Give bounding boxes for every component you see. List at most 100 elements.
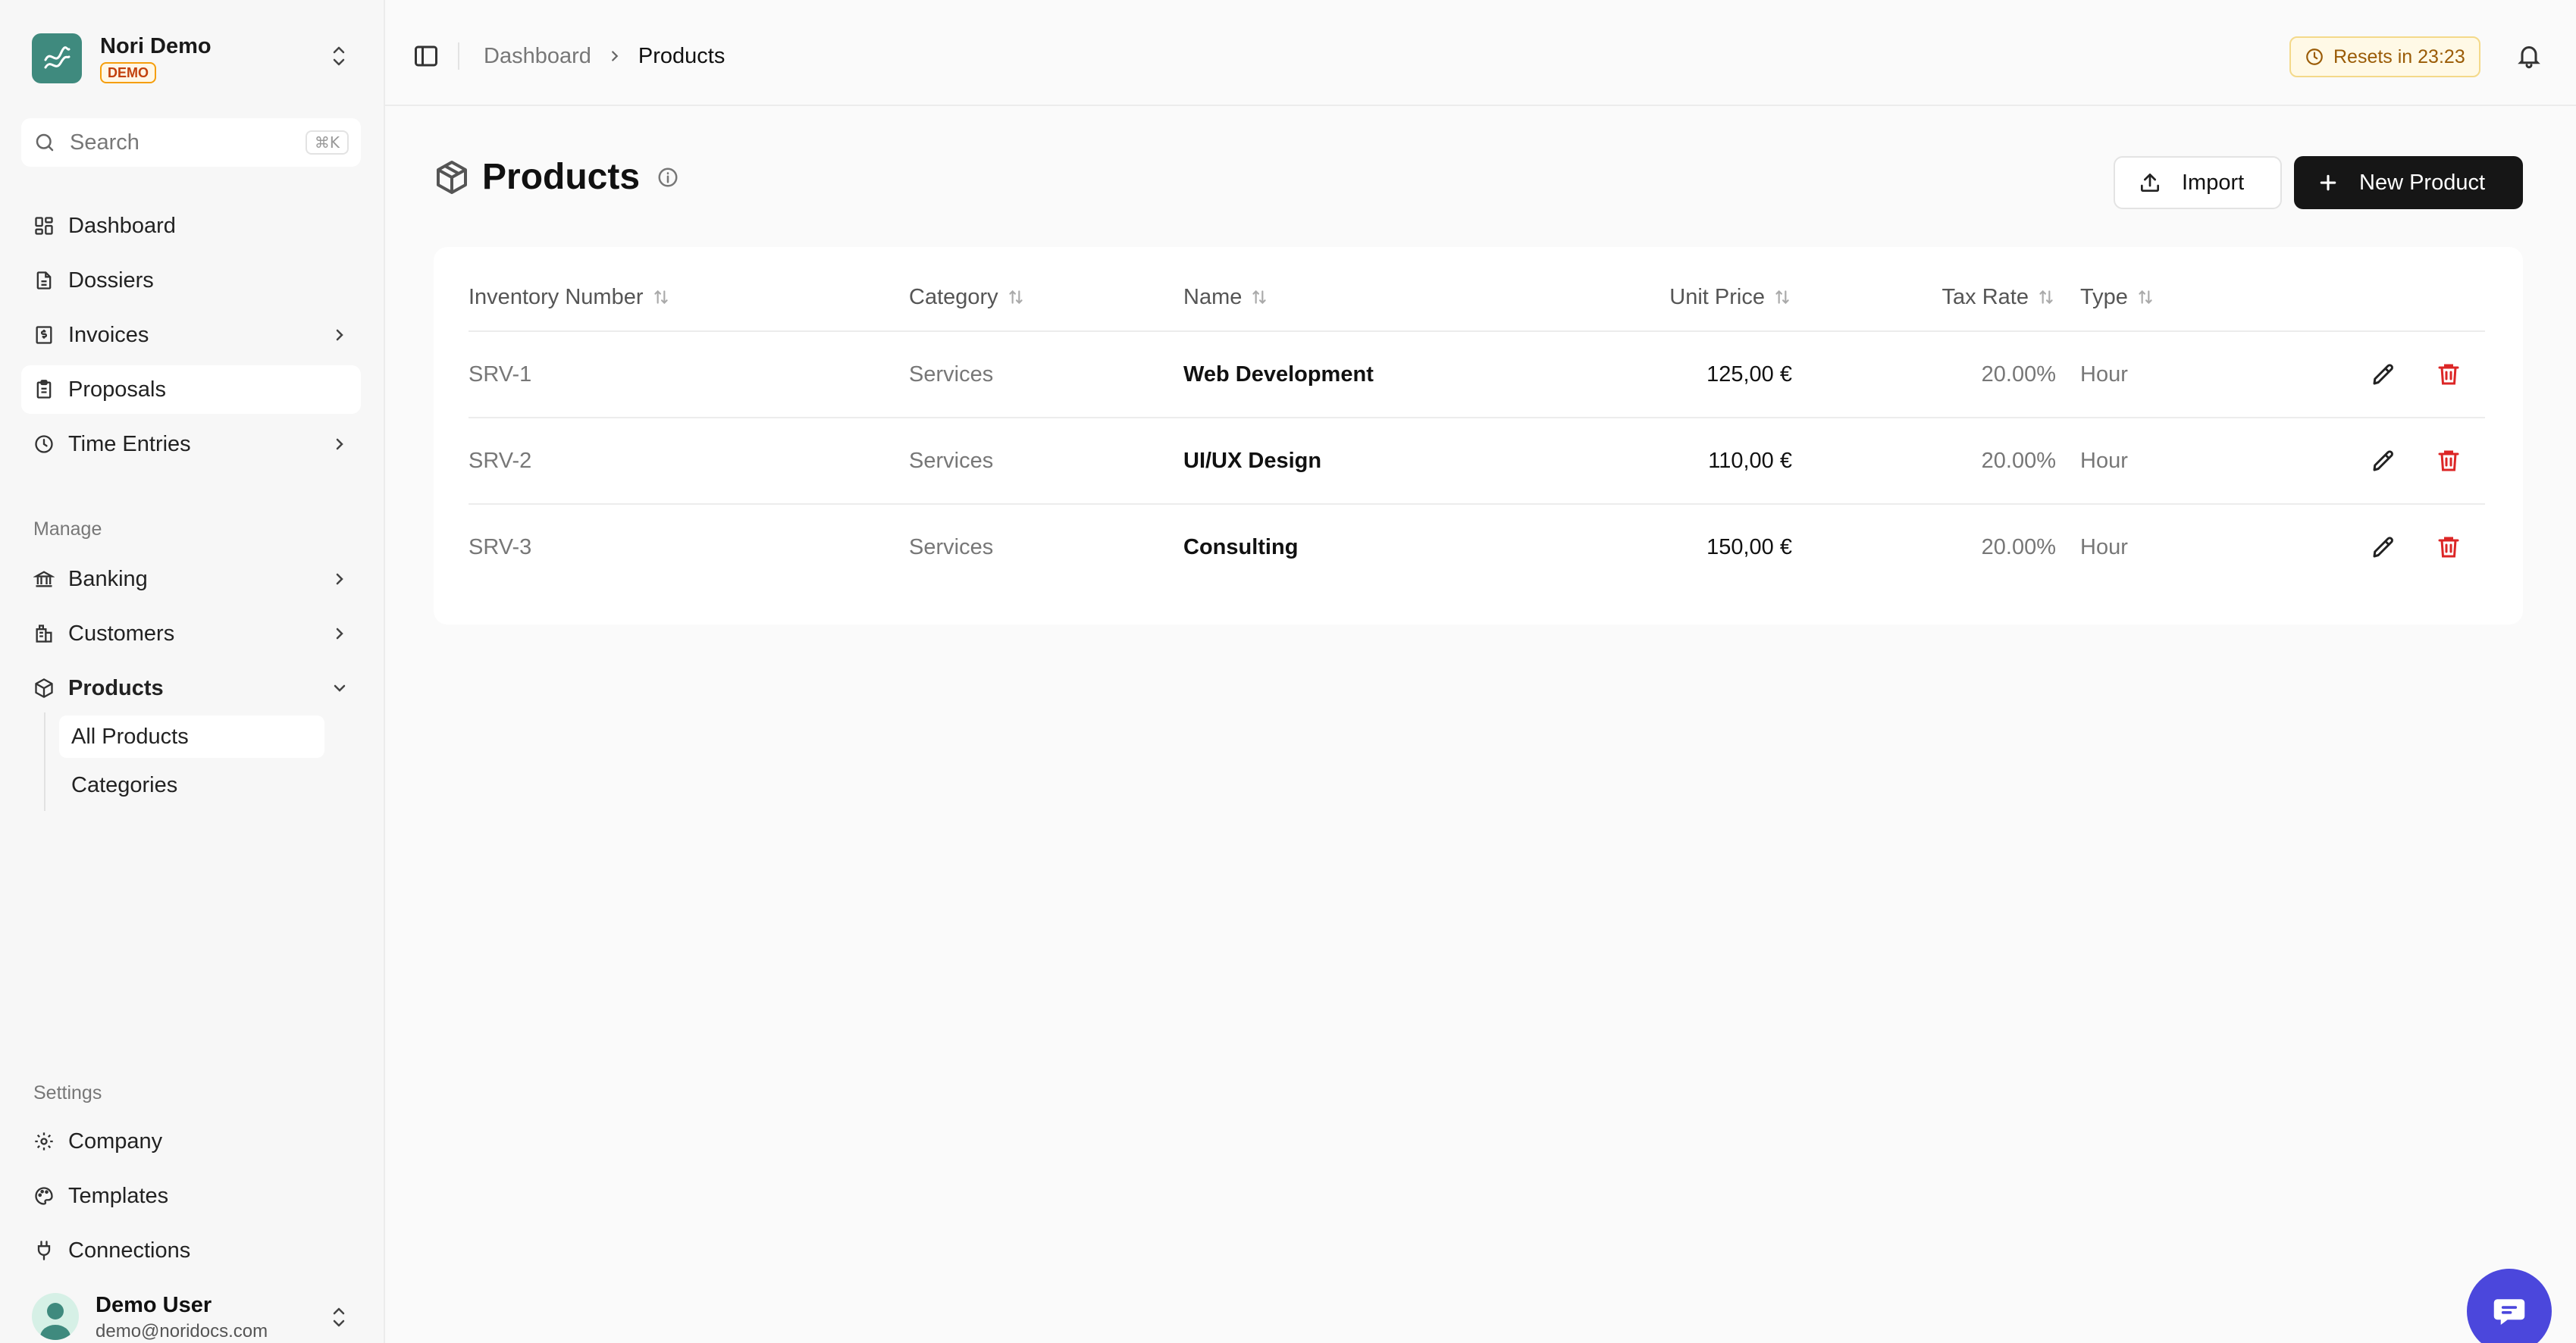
sidebar-item-templates[interactable]: Templates: [21, 1172, 361, 1220]
sidebar-item-dashboard[interactable]: Dashboard: [21, 202, 361, 250]
plus-icon: [2317, 171, 2339, 194]
sidebar-item-customers[interactable]: Customers: [21, 609, 361, 658]
sort-icon: [1772, 287, 1792, 307]
table-divider: [469, 330, 2485, 332]
submenu-guide-line: [44, 712, 45, 811]
column-header-unit-price[interactable]: Unit Price: [1518, 282, 1792, 312]
cell-name: Web Development: [1183, 362, 1374, 387]
column-header-name[interactable]: Name: [1183, 282, 1269, 312]
page-header: Products: [434, 156, 679, 198]
building-icon: [33, 623, 55, 644]
upload-icon: [2138, 171, 2162, 195]
edit-pencil-icon[interactable]: [2370, 447, 2397, 474]
column-header-label: Inventory Number: [469, 284, 644, 309]
sidebar-item-label: Time Entries: [68, 431, 191, 456]
sidebar-item-products[interactable]: Products: [21, 664, 361, 712]
plug-icon: [33, 1240, 55, 1261]
chevron-right-icon: [331, 625, 349, 643]
file-icon: [33, 270, 55, 291]
chat-bubble-icon: [2489, 1291, 2530, 1332]
column-header-label: Tax Rate: [1941, 284, 2029, 309]
info-icon[interactable]: [657, 166, 679, 189]
cell-inventory: SRV-2: [469, 448, 532, 473]
main-content: Dashboard Products Resets in 23:23 Produ…: [385, 0, 2576, 1343]
search-box[interactable]: Search ⌘K: [21, 118, 361, 167]
sort-icon: [2136, 287, 2155, 307]
breadcrumb-dashboard[interactable]: Dashboard: [484, 44, 591, 69]
sidebar-subitem-categories[interactable]: Categories: [59, 764, 324, 806]
column-header-tax-rate[interactable]: Tax Rate: [1798, 282, 2056, 312]
bank-icon: [33, 568, 55, 590]
palette-icon: [33, 1185, 55, 1207]
sidebar-item-label: Proposals: [68, 377, 166, 402]
column-header-type[interactable]: Type: [2080, 282, 2155, 312]
edit-pencil-icon[interactable]: [2370, 534, 2397, 561]
column-header-label: Name: [1183, 284, 1243, 309]
breadcrumb-current: Products: [638, 43, 725, 68]
cell-unit-price: 150,00 €: [1706, 534, 1792, 559]
sidebar-item-connections[interactable]: Connections: [21, 1226, 361, 1275]
import-button-label: Import: [2182, 170, 2245, 195]
package-icon: [33, 678, 55, 699]
sidebar-item-banking[interactable]: Banking: [21, 555, 361, 603]
column-header-label: Category: [909, 284, 998, 309]
avatar: [32, 1293, 79, 1340]
top-bar: Dashboard Products Resets in 23:23: [385, 0, 2576, 106]
sidebar-item-label: Products: [68, 675, 164, 700]
sidebar-item-proposals[interactable]: Proposals: [21, 365, 361, 414]
sidebar-item-label: Dashboard: [68, 213, 176, 238]
trash-icon[interactable]: [2435, 361, 2462, 388]
cell-inventory: SRV-1: [469, 362, 532, 387]
sidebar-item-label: Templates: [68, 1183, 169, 1208]
invoice-icon: [33, 324, 55, 346]
cell-name: Consulting: [1183, 534, 1299, 559]
import-button[interactable]: Import: [2114, 156, 2282, 209]
cell-category: Services: [909, 448, 994, 473]
dashboard-icon: [33, 215, 55, 236]
clock-icon: [33, 434, 55, 455]
user-menu[interactable]: Demo User demo@noridocs.com: [32, 1293, 359, 1343]
cell-unit-price: 125,00 €: [1706, 362, 1792, 387]
section-title-manage: Manage: [33, 518, 102, 540]
demo-badge: DEMO: [100, 61, 156, 83]
sidebar-item-dossiers[interactable]: Dossiers: [21, 256, 361, 305]
user-name: Demo User: [96, 1293, 212, 1317]
sidebar-item-time-entries[interactable]: Time Entries: [21, 420, 361, 468]
search-input[interactable]: Search: [70, 130, 306, 155]
sidebar-item-label: Dossiers: [68, 268, 154, 293]
chevron-right-icon: [331, 326, 349, 344]
user-email: demo@noridocs.com: [96, 1321, 268, 1341]
cell-type: Hour: [2080, 448, 2128, 473]
sort-icon: [1249, 287, 1269, 307]
chevron-down-icon: [331, 679, 349, 697]
sidebar-item-invoices[interactable]: Invoices: [21, 311, 361, 359]
cell-tax-rate: 20.00%: [1981, 362, 2056, 387]
bell-icon[interactable]: [2515, 42, 2543, 73]
workspace-switcher[interactable]: Nori Demo DEMO: [32, 32, 359, 85]
toolbar-divider: [458, 42, 459, 70]
package-icon: [434, 159, 470, 196]
trash-icon[interactable]: [2435, 534, 2462, 561]
chevron-right-icon: [331, 435, 349, 453]
search-icon: [33, 131, 56, 154]
cell-unit-price: 110,00 €: [1708, 448, 1792, 473]
reset-timer-badge: Resets in 23:23: [2289, 36, 2480, 77]
cell-tax-rate: 20.00%: [1981, 534, 2056, 559]
table-divider: [469, 503, 2485, 505]
chevrons-up-down-icon[interactable]: [329, 44, 349, 72]
edit-pencil-icon[interactable]: [2370, 361, 2397, 388]
sidebar-subitem-all-products[interactable]: All Products: [59, 715, 324, 758]
sidebar-item-company[interactable]: Company: [21, 1117, 361, 1166]
sidebar-toggle-icon[interactable]: [412, 42, 440, 74]
trash-icon[interactable]: [2435, 447, 2462, 474]
column-header-inventory[interactable]: Inventory Number: [469, 282, 671, 312]
column-header-category[interactable]: Category: [909, 282, 1026, 312]
sort-icon: [651, 287, 671, 307]
new-product-button[interactable]: New Product: [2294, 156, 2523, 209]
chevrons-up-down-icon[interactable]: [329, 1305, 349, 1333]
sidebar-item-label: Company: [68, 1129, 163, 1154]
cell-category: Services: [909, 534, 994, 559]
sidebar-item-label: Invoices: [68, 322, 149, 347]
sort-icon: [2036, 287, 2056, 307]
gear-icon: [33, 1131, 55, 1152]
